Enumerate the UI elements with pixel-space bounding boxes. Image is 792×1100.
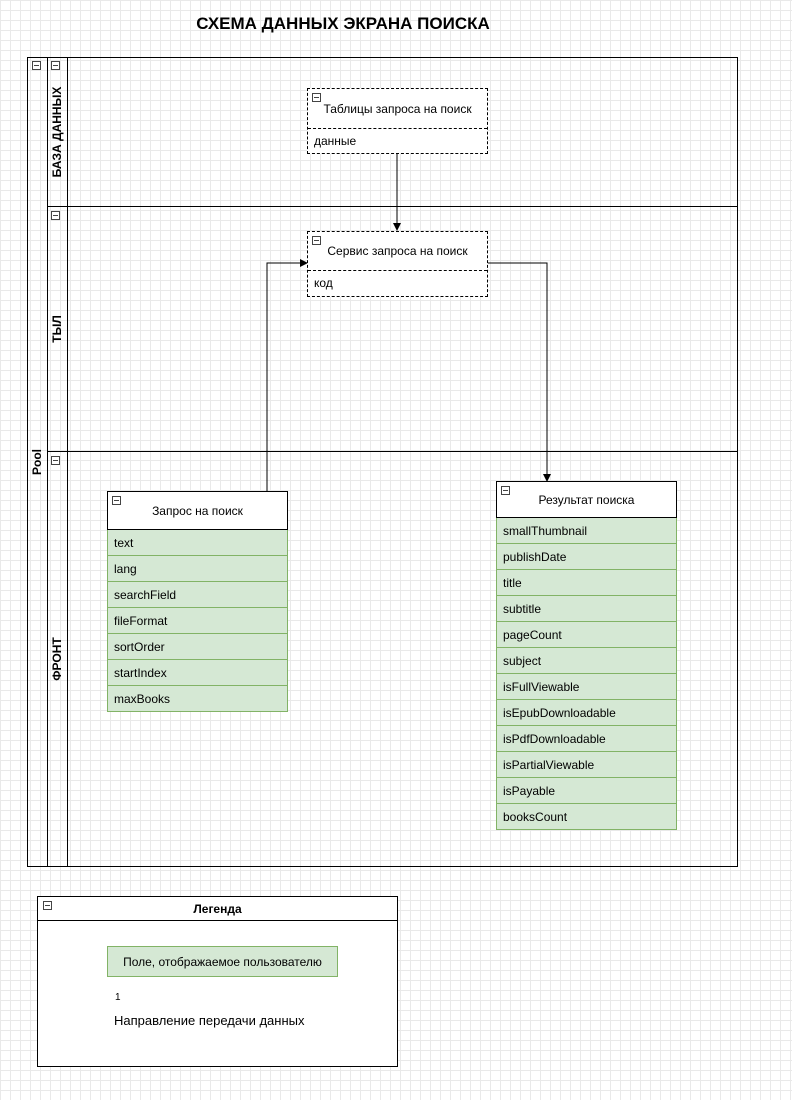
field-row: isPartialViewable [497, 752, 676, 778]
field-row: title [497, 570, 676, 596]
arrow-service-to-result [488, 262, 551, 482]
field-row: smallThumbnail [497, 518, 676, 544]
entity-title: Результат поиска [538, 492, 635, 507]
legend-box: Легенда [37, 896, 398, 1067]
legend-arrow-tag: 1 [115, 992, 121, 1003]
field-row: booksCount [497, 804, 676, 830]
legend-field-sample: Поле, отображаемое пользователю [107, 946, 338, 977]
field-row: maxBooks [108, 686, 287, 712]
result-field-list: smallThumbnail publishDate title subtitle pa… [496, 518, 677, 830]
entity-title: Сервис запроса на поиск [308, 232, 487, 271]
field-row: text [108, 530, 287, 556]
entity-search-result[interactable]: Результат поиска [496, 481, 677, 518]
field-row: sortOrder [108, 634, 287, 660]
legend-title: Легенда [38, 897, 397, 921]
field-row: startIndex [108, 660, 287, 686]
field-row: subject [497, 648, 676, 674]
entity-service[interactable]: Сервис запроса на поиск код [307, 231, 488, 297]
field-row: fileFormat [108, 608, 287, 634]
entity-row: код [314, 276, 333, 290]
field-row: isPayable [497, 778, 676, 804]
field-row: publishDate [497, 544, 676, 570]
arrow-request-to-service [266, 259, 308, 491]
request-field-list: text lang searchField fileFormat sortOrder st… [107, 530, 288, 712]
entity-db-tables[interactable]: Таблицы запроса на поиск данные [307, 88, 488, 154]
entity-row: данные [314, 133, 357, 148]
field-row: isEpubDownloadable [497, 700, 676, 726]
entity-title: Запрос на поиск [152, 503, 243, 518]
legend-arrow-description: Направление передачи данных [114, 1013, 305, 1028]
field-row: subtitle [497, 596, 676, 622]
entity-search-request[interactable]: Запрос на поиск [107, 491, 288, 530]
field-row: lang [108, 556, 287, 582]
field-row: isFullViewable [497, 674, 676, 700]
entity-title: Таблицы запроса на поиск [308, 89, 487, 129]
field-row: pageCount [497, 622, 676, 648]
field-row: searchField [108, 582, 287, 608]
field-row: isPdfDownloadable [497, 726, 676, 752]
